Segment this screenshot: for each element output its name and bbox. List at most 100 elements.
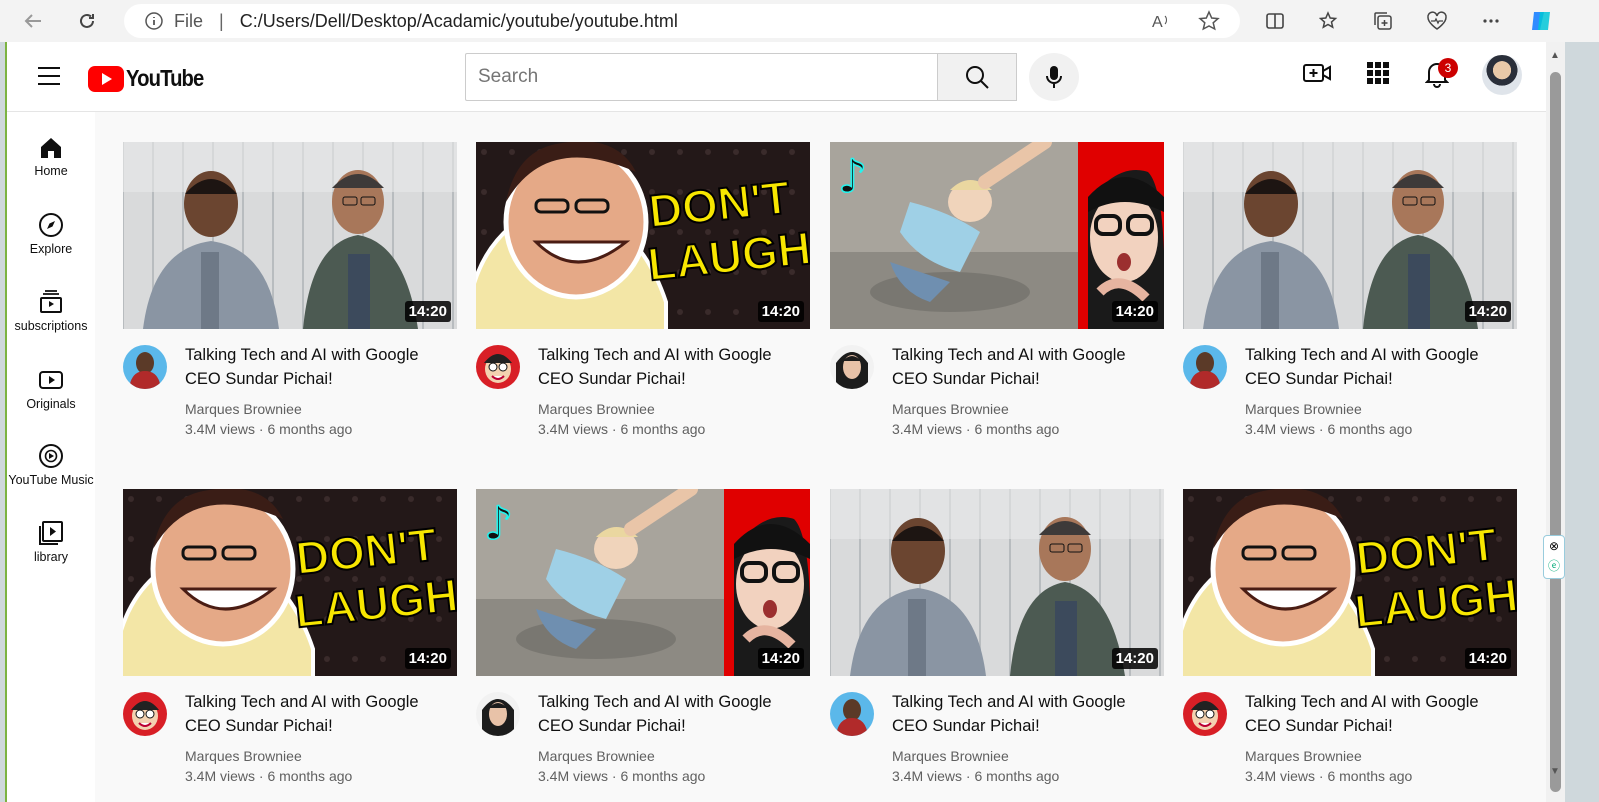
logo-text: YouTube — [126, 65, 204, 91]
video-duration: 14:20 — [404, 301, 451, 322]
video-title[interactable]: Talking Tech and AI with Google CEO Sund… — [538, 343, 810, 391]
video-duration: 14:20 — [1111, 301, 1158, 322]
channel-name[interactable]: Marques Browniee — [185, 401, 302, 417]
video-card[interactable]: DON'T LAUGH 14:20 Talking Tech and AI wi… — [123, 489, 457, 796]
video-thumbnail[interactable]: DON'T LAUGH 14:20 — [476, 142, 810, 329]
channel-avatar[interactable] — [476, 345, 520, 389]
copilot-icon[interactable] — [1528, 8, 1554, 34]
video-thumbnail[interactable]: ♪ 14:20 — [476, 489, 810, 676]
channel-name[interactable]: Marques Browniee — [1245, 401, 1362, 417]
sidebar-item-label: Originals — [26, 397, 76, 411]
video-thumbnail[interactable]: DON'T LAUGH 14:20 — [1183, 489, 1517, 676]
scrollbar-thumb[interactable] — [1550, 72, 1561, 792]
video-thumbnail[interactable]: 14:20 — [830, 489, 1164, 676]
video-card[interactable]: DON'T LAUGH 14:20 Talking Tech and AI wi… — [1183, 489, 1517, 796]
video-card[interactable]: DON'T LAUGH 14:20 Talking Tech and AI wi… — [476, 142, 810, 449]
video-card[interactable]: ♪ 14:20 Talking Tech and AI with Google … — [476, 489, 810, 796]
channel-avatar[interactable] — [123, 692, 167, 736]
favorite-star-icon[interactable] — [1198, 10, 1220, 37]
sidebar-item-home[interactable]: Home — [7, 136, 95, 178]
favorites-icon[interactable] — [1316, 8, 1342, 34]
video-title[interactable]: Talking Tech and AI with Google CEO Sund… — [892, 690, 1164, 738]
play-box-icon — [39, 371, 63, 389]
video-meta: 3.4M views · 6 months ago — [538, 768, 706, 784]
refresh-icon[interactable] — [74, 8, 100, 34]
video-thumbnail[interactable]: 14:20 — [123, 142, 457, 329]
address-bar[interactable]: File | C:/Users/Dell/Desktop/Acadamic/yo… — [124, 4, 1240, 38]
channel-avatar[interactable] — [830, 692, 874, 736]
close-icon[interactable]: ⊗ — [1544, 536, 1564, 556]
video-meta: 3.4M views · 6 months ago — [1245, 768, 1413, 784]
menu-icon[interactable] — [37, 66, 61, 86]
mic-icon — [1046, 66, 1062, 88]
page-viewport: YouTube 3 Home Explore subscriptions Ori… — [5, 42, 1565, 802]
voice-search-button[interactable] — [1029, 53, 1079, 101]
channel-name[interactable]: Marques Browniee — [1245, 748, 1362, 764]
search-input[interactable] — [465, 53, 937, 101]
vertical-scrollbar[interactable]: ▲ ▼ — [1546, 42, 1565, 802]
edge-side-widget[interactable]: ⊗ ⓔ — [1543, 535, 1565, 579]
compass-icon — [39, 213, 63, 237]
channel-name[interactable]: Marques Browniee — [538, 401, 655, 417]
video-duration: 14:20 — [757, 301, 804, 322]
sidebar-item-youtube-music[interactable]: YouTube Music — [7, 443, 95, 487]
channel-avatar[interactable] — [1183, 692, 1227, 736]
svg-text:♪: ♪ — [484, 496, 513, 550]
video-duration: 14:20 — [757, 648, 804, 669]
video-title[interactable]: Talking Tech and AI with Google CEO Sund… — [185, 690, 457, 738]
user-avatar[interactable] — [1482, 55, 1522, 95]
video-meta: 3.4M views · 6 months ago — [185, 768, 353, 784]
video-title[interactable]: Talking Tech and AI with Google CEO Sund… — [538, 690, 810, 738]
channel-name[interactable]: Marques Browniee — [892, 748, 1009, 764]
channel-name[interactable]: Marques Browniee — [892, 401, 1009, 417]
video-card[interactable]: 14:20 Talking Tech and AI with Google CE… — [830, 489, 1164, 796]
video-thumbnail[interactable]: 14:20 — [1183, 142, 1517, 329]
health-icon[interactable] — [1424, 8, 1450, 34]
split-screen-icon[interactable] — [1262, 8, 1288, 34]
channel-avatar[interactable] — [1183, 345, 1227, 389]
home-icon — [41, 138, 61, 158]
video-thumbnail[interactable]: DON'T LAUGH 14:20 — [123, 489, 457, 676]
video-title[interactable]: Talking Tech and AI with Google CEO Sund… — [185, 343, 457, 391]
scroll-up-icon[interactable]: ▲ — [1550, 50, 1560, 61]
search-button[interactable] — [937, 53, 1017, 101]
channel-name[interactable]: Marques Browniee — [185, 748, 302, 764]
sidebar-item-originals[interactable]: Originals — [7, 367, 95, 411]
video-card[interactable]: 14:20 Talking Tech and AI with Google CE… — [123, 142, 457, 449]
channel-avatar[interactable] — [123, 345, 167, 389]
channel-avatar[interactable] — [830, 345, 874, 389]
video-title[interactable]: Talking Tech and AI with Google CEO Sund… — [1245, 343, 1517, 391]
video-card[interactable]: 14:20 Talking Tech and AI with Google CE… — [1183, 142, 1517, 449]
youtube-logo[interactable]: YouTube — [88, 65, 214, 92]
sidebar-item-explore[interactable]: Explore — [7, 212, 95, 256]
channel-name[interactable]: Marques Browniee — [538, 748, 655, 764]
info-icon[interactable] — [144, 11, 164, 36]
scroll-down-icon[interactable]: ▼ — [1550, 766, 1560, 777]
back-icon[interactable] — [20, 8, 46, 34]
video-card[interactable]: ♪ 14:20 Talking Tech and AI with Google … — [830, 142, 1164, 449]
video-thumbnail[interactable]: ♪ 14:20 — [830, 142, 1164, 329]
video-duration: 14:20 — [1464, 301, 1511, 322]
video-meta: 3.4M views · 6 months ago — [538, 421, 706, 437]
apps-grid-icon[interactable] — [1367, 62, 1389, 84]
read-aloud-icon[interactable]: A — [1150, 10, 1172, 37]
video-title[interactable]: Talking Tech and AI with Google CEO Sund… — [1245, 690, 1517, 738]
create-video-icon[interactable] — [1303, 62, 1331, 84]
youtube-header: YouTube 3 — [7, 42, 1548, 112]
more-options-icon[interactable] — [1478, 8, 1504, 34]
video-duration: 14:20 — [404, 648, 451, 669]
sidebar-item-subscriptions[interactable]: subscriptions — [7, 289, 95, 333]
edge-e-icon[interactable]: ⓔ — [1544, 556, 1564, 576]
url-text: C:/Users/Dell/Desktop/Acadamic/youtube/y… — [239, 10, 678, 31]
collections-icon[interactable] — [1370, 8, 1396, 34]
music-icon — [39, 444, 63, 468]
sidebar-item-library[interactable]: library — [7, 520, 95, 564]
channel-avatar[interactable] — [476, 692, 520, 736]
video-meta: 3.4M views · 6 months ago — [892, 421, 1060, 437]
video-title[interactable]: Talking Tech and AI with Google CEO Sund… — [892, 343, 1164, 391]
library-icon — [39, 521, 63, 545]
address-separator: | — [219, 10, 224, 31]
subscriptions-icon — [40, 290, 62, 313]
svg-text:A: A — [1152, 14, 1163, 31]
video-duration: 14:20 — [1111, 648, 1158, 669]
